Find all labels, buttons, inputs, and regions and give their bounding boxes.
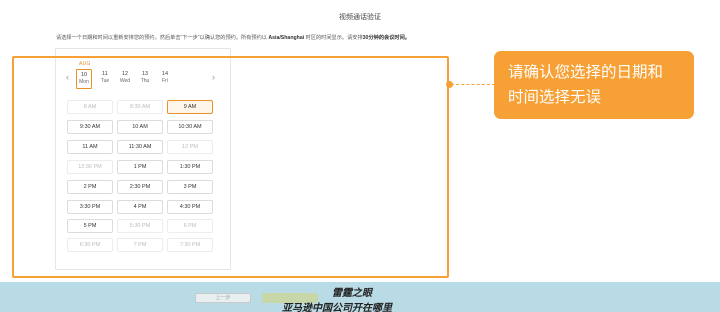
highlight-frame [12, 56, 449, 278]
instruction-duration: 30分钟的会议时间。 [362, 35, 410, 41]
instruction-part2: 时区的时间显示。请安排 [304, 35, 363, 41]
previous-button[interactable]: 上一步 [195, 293, 251, 303]
instruction-timezone: Asia/Shanghai [268, 35, 305, 41]
callout-box: 请确认您选择的日期和 时间选择无误 [494, 51, 694, 119]
callout-text-line1: 请确认您选择的日期和 [508, 64, 664, 81]
instruction-part1: 请选择一个日期和时间以重新安排您的预约。然后单击“下一步”以确认您的预约。所有预… [56, 35, 269, 41]
page-title: 视频通话验证 [339, 14, 381, 21]
instruction-text: 请选择一个日期和时间以重新安排您的预约。然后单击“下一步”以确认您的预约。所有预… [56, 34, 516, 41]
callout-connector [451, 84, 495, 85]
watermark-line1: 雷霆之眼 [332, 288, 372, 299]
callout-text-line2: 时间选择无误 [508, 89, 602, 106]
watermark-line2: 亚马逊中国公司开在哪里 [282, 303, 392, 312]
